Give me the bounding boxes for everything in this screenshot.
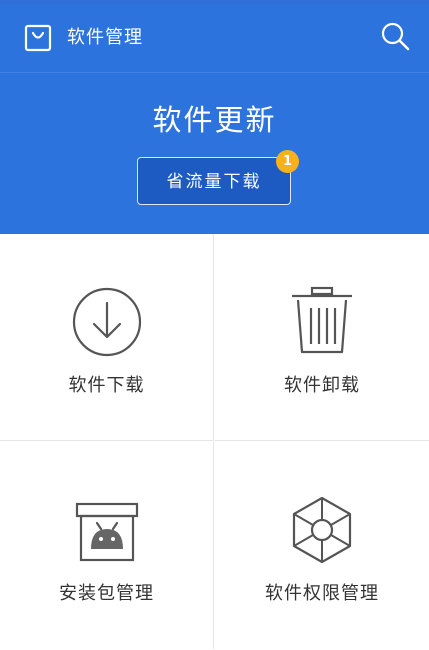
download-circle-icon bbox=[71, 286, 143, 358]
update-title: 软件更新 bbox=[152, 103, 277, 137]
shopping-bag-icon[interactable] bbox=[24, 24, 52, 52]
search-icon[interactable] bbox=[380, 21, 410, 51]
update-count-badge: 1 bbox=[276, 150, 299, 173]
grid-item-label: 软件下载 bbox=[68, 375, 145, 396]
grid-item-package-management[interactable]: 安装包管理 bbox=[0, 442, 214, 649]
feature-grid: 软件下载 软件卸载 安装包管理 软件权限管理 bbox=[0, 234, 429, 650]
grid-item-software-uninstall[interactable]: 软件卸载 bbox=[215, 234, 429, 441]
grid-item-label: 软件卸载 bbox=[284, 375, 360, 396]
grid-item-label: 软件权限管理 bbox=[265, 583, 379, 604]
grid-item-permission-management[interactable]: 软件权限管理 bbox=[215, 442, 429, 649]
hexagon-shield-icon bbox=[286, 494, 358, 566]
top-bar: 软件管理 bbox=[0, 0, 429, 73]
grid-item-software-download[interactable]: 软件下载 bbox=[0, 234, 214, 441]
app-title: 软件管理 bbox=[67, 27, 143, 48]
android-package-icon bbox=[71, 494, 143, 566]
trash-can-icon bbox=[286, 286, 358, 358]
grid-item-label: 安装包管理 bbox=[59, 583, 154, 604]
save-data-download-button[interactable]: 省流量下载 bbox=[137, 157, 291, 205]
header: 软件管理 软件更新 省流量下载 1 bbox=[0, 0, 429, 234]
